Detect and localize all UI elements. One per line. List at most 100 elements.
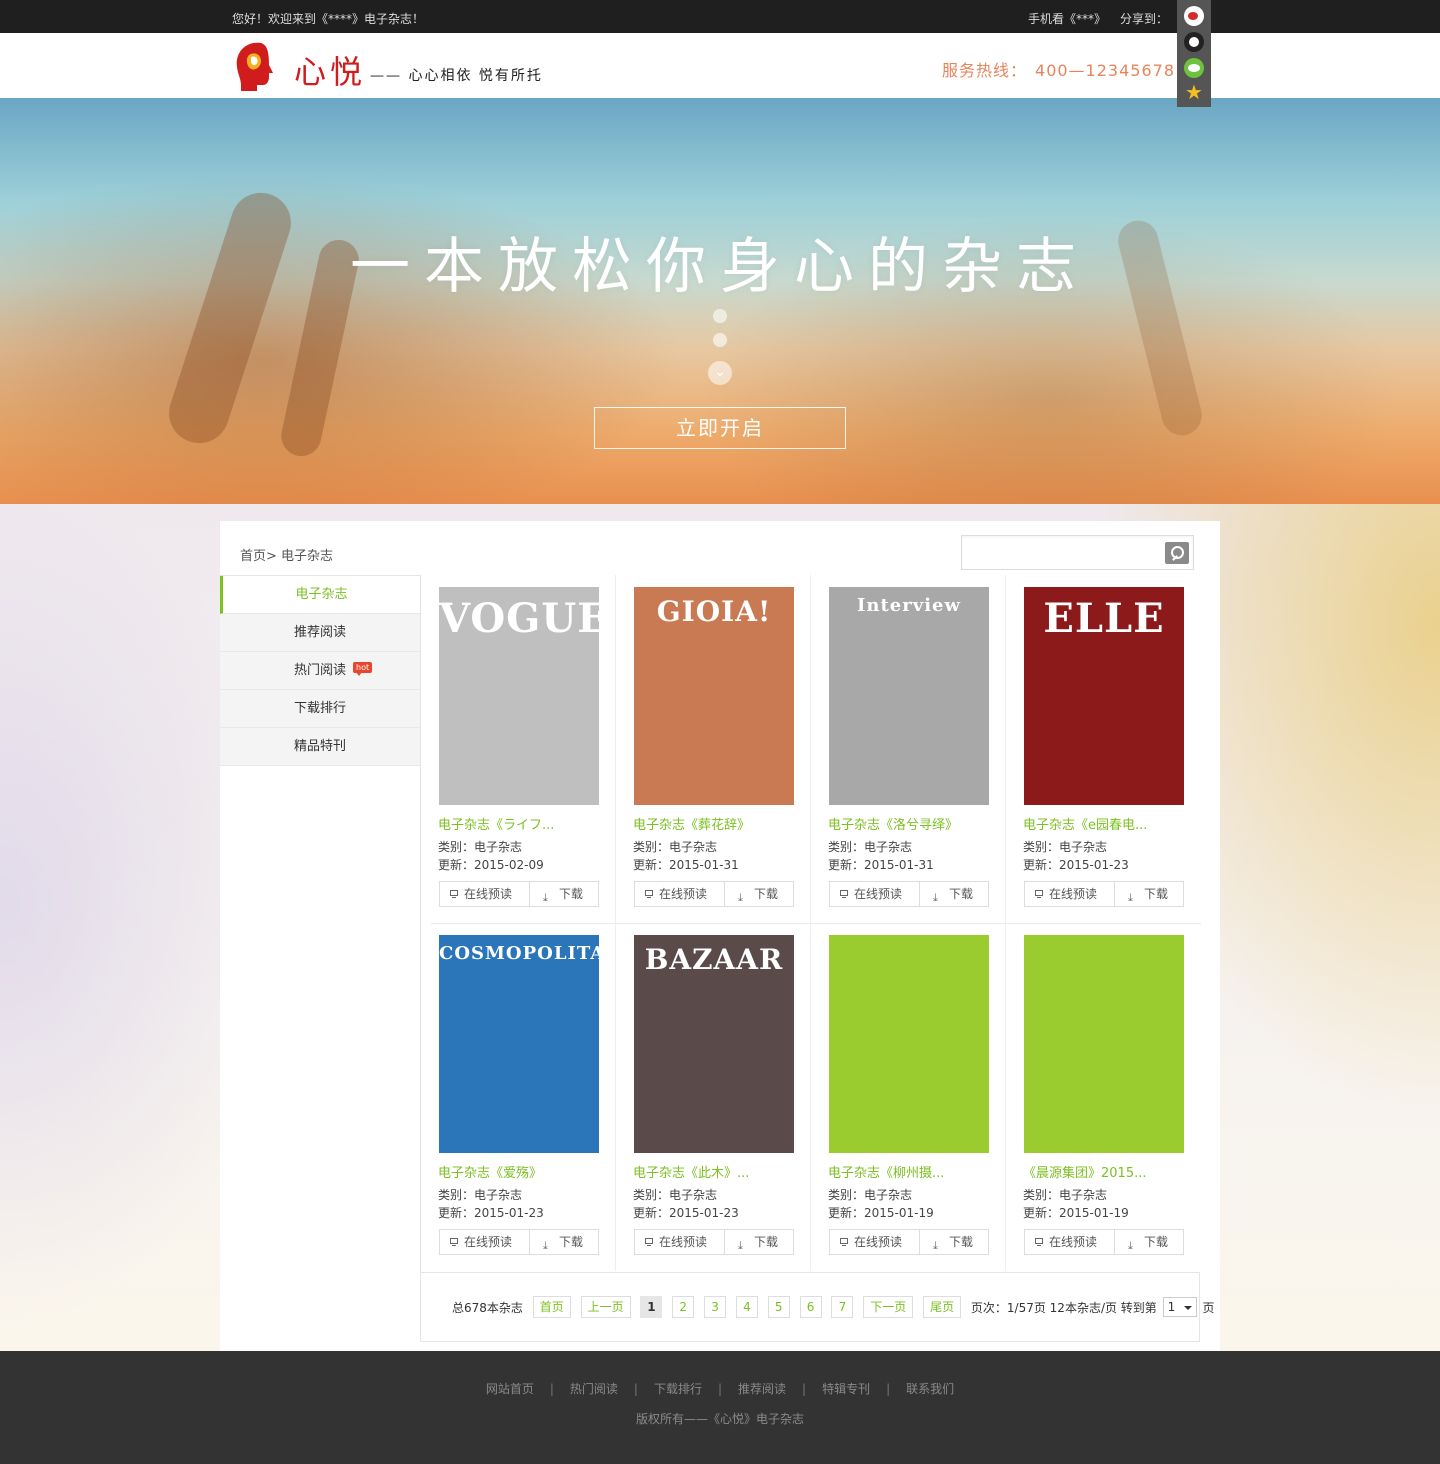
magazine-cover[interactable]: ELLE bbox=[1024, 587, 1184, 805]
preview-button[interactable]: 在线预读 bbox=[635, 882, 725, 906]
sidebar-item-label: 下载排行 bbox=[293, 701, 346, 716]
chevron-down-icon[interactable]: ⌄ bbox=[708, 361, 732, 385]
page-goto-select[interactable]: 1 bbox=[1162, 1297, 1197, 1317]
download-icon: ⤓ bbox=[543, 1239, 548, 1252]
search-icon[interactable] bbox=[1165, 542, 1189, 564]
page-button-4[interactable]: 4 bbox=[735, 1296, 758, 1318]
page-button-5[interactable]: 5 bbox=[767, 1296, 790, 1318]
banner-dot bbox=[713, 309, 727, 323]
magazine-category: 类别：电子杂志 bbox=[1023, 838, 1107, 855]
preview-button[interactable]: 在线预读 bbox=[440, 882, 530, 906]
footer-link[interactable]: 推荐阅读 bbox=[738, 1380, 786, 1397]
magazine-card[interactable]: 电子杂志《柳州摄... 类别：电子杂志 更新：2015-01-19 在线预读 ⤓ 下载 bbox=[811, 923, 1006, 1271]
magazine-title[interactable]: 电子杂志《ライフ... bbox=[438, 814, 554, 833]
sidebar-item-label: 推荐阅读 bbox=[293, 625, 346, 640]
logo-name[interactable]: 心悦 bbox=[294, 47, 366, 93]
wechat-icon[interactable] bbox=[1184, 58, 1204, 78]
download-label: 下载 bbox=[949, 887, 974, 901]
magazine-title[interactable]: 电子杂志《此木》... bbox=[633, 1162, 749, 1181]
sidebar-item-download-rank[interactable]: 下载排行 bbox=[220, 690, 420, 728]
qq-icon[interactable] bbox=[1184, 32, 1204, 52]
cover-title: BAZAAR bbox=[644, 943, 784, 976]
mobile-view-link[interactable]: 手机看《***》 bbox=[1028, 10, 1106, 27]
page-button-3[interactable]: 3 bbox=[704, 1296, 727, 1318]
magazine-cover[interactable]: COSMOPOLITAN bbox=[439, 935, 599, 1153]
download-label: 下载 bbox=[559, 1235, 584, 1249]
magazine-category: 类别：电子杂志 bbox=[438, 1186, 522, 1203]
magazine-cover[interactable]: Interview bbox=[829, 587, 989, 805]
card-actions: 在线预读 ⤓ 下载 bbox=[1024, 1229, 1184, 1255]
magazine-card[interactable]: COSMOPOLITAN 电子杂志《爱殇》类别：电子杂志更新：2015-01-23… bbox=[421, 923, 616, 1271]
magazine-card[interactable]: ELLE 电子杂志《e园春电... 类别：电子杂志 更新：2015-01-23 在线预读… bbox=[1006, 575, 1201, 923]
sidebar-item-special[interactable]: 精品特刊 bbox=[220, 728, 420, 766]
download-button[interactable]: ⤓ 下载 bbox=[921, 1230, 989, 1254]
preview-button[interactable]: 在线预读 bbox=[830, 882, 920, 906]
download-button[interactable]: ⤓ 下载 bbox=[726, 1230, 794, 1254]
logo-head-icon[interactable] bbox=[231, 39, 279, 93]
footer-link[interactable]: 特辑专刊 bbox=[822, 1380, 870, 1397]
page-button-6[interactable]: 6 bbox=[799, 1296, 822, 1318]
download-label: 下载 bbox=[754, 1235, 779, 1249]
magazine-title[interactable]: 电子杂志《柳州摄... bbox=[828, 1162, 944, 1181]
footer-link[interactable]: 热门阅读 bbox=[570, 1380, 618, 1397]
prev-page-button[interactable]: 上一页 bbox=[580, 1296, 631, 1318]
magazine-cover[interactable] bbox=[1024, 935, 1184, 1153]
search-input[interactable] bbox=[966, 540, 1161, 565]
weibo-icon[interactable] bbox=[1184, 6, 1204, 26]
first-page-button[interactable]: 首页 bbox=[532, 1296, 571, 1318]
sidebar-item-popular[interactable]: 热门阅读 hot bbox=[220, 652, 420, 690]
cover-title: GIOIA! bbox=[656, 595, 772, 628]
preview-button[interactable]: 在线预读 bbox=[1025, 1230, 1115, 1254]
magazine-cover[interactable]: BAZAAR bbox=[634, 935, 794, 1153]
download-button[interactable]: ⤓ 下载 bbox=[726, 882, 794, 906]
download-button[interactable]: ⤓ 下载 bbox=[1116, 1230, 1184, 1254]
magazine-update: 更新：2015-01-31 bbox=[633, 856, 739, 873]
footer-link[interactable]: 联系我们 bbox=[906, 1380, 954, 1397]
cover-title: COSMOPOLITAN bbox=[439, 943, 599, 964]
download-button[interactable]: ⤓ 下载 bbox=[921, 882, 989, 906]
update-prefix: 更新： bbox=[828, 858, 865, 872]
magazine-grid: VOGUE 电子杂志《ライフ... 类别：电子杂志 更新：2015-02-09 在线预读… bbox=[420, 575, 1201, 1272]
last-page-button[interactable]: 尾页 bbox=[923, 1296, 962, 1318]
page-button-1[interactable]: 1 bbox=[640, 1296, 663, 1318]
page-button-2[interactable]: 2 bbox=[672, 1296, 695, 1318]
magazine-title[interactable]: 《晨源集团》2015... bbox=[1023, 1162, 1146, 1181]
magazine-card[interactable]: 《晨源集团》2015... 类别：电子杂志 更新：2015-01-19 在线预读 ⤓ 下载 bbox=[1006, 923, 1201, 1271]
magazine-card[interactable]: VOGUE 电子杂志《ライフ... 类别：电子杂志 更新：2015-02-09 在线预读… bbox=[421, 575, 616, 923]
magazine-cover[interactable]: VOGUE bbox=[439, 587, 599, 805]
page-button-7[interactable]: 7 bbox=[831, 1296, 854, 1318]
start-button[interactable]: 立即开启 bbox=[594, 407, 846, 449]
preview-button[interactable]: 在线预读 bbox=[830, 1230, 920, 1254]
update-date: 2015-01-19 bbox=[864, 1206, 934, 1220]
next-page-button[interactable]: 下一页 bbox=[863, 1296, 914, 1318]
preview-button[interactable]: 在线预读 bbox=[440, 1230, 530, 1254]
monitor-icon bbox=[645, 1238, 653, 1246]
magazine-title[interactable]: 电子杂志《爱殇》 bbox=[438, 1162, 542, 1181]
download-button[interactable]: ⤓ 下载 bbox=[531, 1230, 599, 1254]
search-box bbox=[961, 535, 1194, 570]
magazine-title[interactable]: 电子杂志《e园春电... bbox=[1023, 814, 1147, 833]
magazine-cover[interactable] bbox=[829, 935, 989, 1153]
download-button[interactable]: ⤓ 下载 bbox=[1116, 882, 1184, 906]
breadcrumb[interactable]: 首页> 电子杂志 bbox=[240, 545, 333, 564]
sidebar-item-magazines[interactable]: 电子杂志 bbox=[220, 576, 420, 614]
magazine-title[interactable]: 电子杂志《葬花辞》 bbox=[633, 814, 750, 833]
card-actions: 在线预读 ⤓ 下载 bbox=[634, 881, 794, 907]
category-prefix: 类别： bbox=[828, 1188, 865, 1202]
footer-link[interactable]: 下载排行 bbox=[654, 1380, 702, 1397]
footer-link[interactable]: 网站首页 bbox=[486, 1380, 534, 1397]
magazine-card[interactable]: Interview 电子杂志《洛兮寻绎》 类别：电子杂志 更新：2015-01-31 在… bbox=[811, 575, 1006, 923]
preview-button[interactable]: 在线预读 bbox=[1025, 882, 1115, 906]
magazine-title[interactable]: 电子杂志《洛兮寻绎》 bbox=[828, 814, 958, 833]
magazine-cover[interactable]: GIOIA! bbox=[634, 587, 794, 805]
banner-title: 一本放松你身心的杂志 bbox=[350, 232, 1090, 302]
download-icon: ⤓ bbox=[543, 891, 548, 904]
magazine-card[interactable]: BAZAAR 电子杂志《此木》... 类别：电子杂志 更新：2015-01-23 在线预… bbox=[616, 923, 811, 1271]
star-icon[interactable]: ★ bbox=[1184, 82, 1204, 102]
logo-slogan: —— 心心相依 悦有所托 bbox=[370, 68, 543, 84]
magazine-card[interactable]: GIOIA! 电子杂志《葬花辞》 类别：电子杂志 更新：2015-01-31 在线预读 ⤓… bbox=[616, 575, 811, 923]
update-prefix: 更新： bbox=[633, 1206, 670, 1220]
preview-button[interactable]: 在线预读 bbox=[635, 1230, 725, 1254]
sidebar-item-recommended[interactable]: 推荐阅读 bbox=[220, 614, 420, 652]
download-button[interactable]: ⤓ 下载 bbox=[531, 882, 599, 906]
